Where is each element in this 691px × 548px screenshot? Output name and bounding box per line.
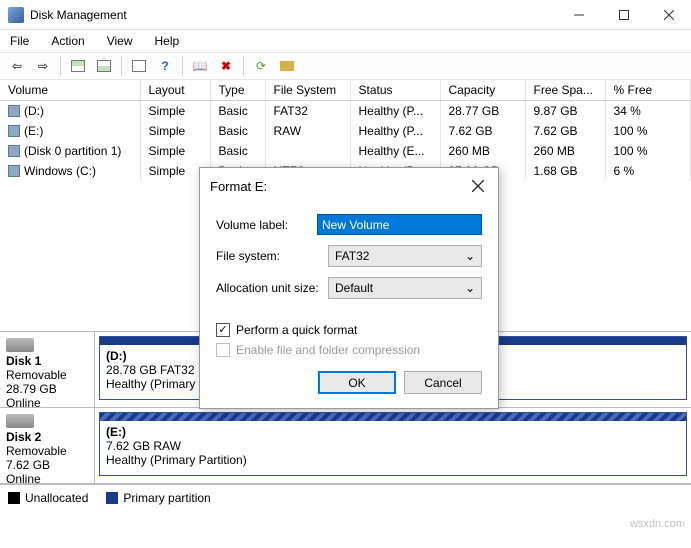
ok-button[interactable]: OK bbox=[318, 371, 396, 394]
legend-primary: Primary partition bbox=[106, 491, 210, 505]
minimize-button[interactable] bbox=[556, 0, 601, 30]
volume-label-label: Volume label: bbox=[216, 218, 317, 232]
separator bbox=[121, 56, 122, 76]
volume-icon bbox=[8, 145, 20, 157]
watermark: wsxdn.com bbox=[630, 518, 685, 530]
col-volume[interactable]: Volume bbox=[0, 80, 140, 101]
delete-button[interactable]: ✖ bbox=[215, 55, 237, 77]
disk-info: Disk 2Removable7.62 GBOnline bbox=[0, 408, 95, 483]
volume-icon bbox=[8, 165, 20, 177]
help-icon: ? bbox=[161, 59, 168, 73]
drive-icon bbox=[280, 61, 294, 71]
separator bbox=[243, 56, 244, 76]
swatch-black-icon bbox=[8, 492, 20, 504]
volume-icon bbox=[8, 105, 20, 117]
partition-area: (E:)7.62 GB RAWHealthy (Primary Partitio… bbox=[95, 408, 691, 483]
partition-bar bbox=[100, 413, 686, 421]
view-bottom-button[interactable] bbox=[93, 55, 115, 77]
col-status[interactable]: Status bbox=[350, 80, 440, 101]
panel-icon bbox=[71, 60, 85, 72]
menu-view[interactable]: View bbox=[103, 32, 137, 50]
quick-format-label: Perform a quick format bbox=[236, 323, 357, 337]
close-button[interactable] bbox=[646, 0, 691, 30]
col-fs[interactable]: File System bbox=[265, 80, 350, 101]
file-system-combo[interactable]: FAT32⌄ bbox=[328, 245, 482, 267]
volume-label-input[interactable] bbox=[317, 214, 482, 235]
list-icon bbox=[132, 60, 146, 72]
separator bbox=[182, 56, 183, 76]
chevron-down-icon: ⌄ bbox=[465, 249, 475, 263]
table-row[interactable]: (D:)SimpleBasicFAT32Healthy (P...28.77 G… bbox=[0, 101, 691, 122]
legend: Unallocated Primary partition bbox=[0, 484, 691, 511]
volume-icon bbox=[8, 125, 20, 137]
refresh-button[interactable]: ⟳ bbox=[250, 55, 272, 77]
col-free[interactable]: Free Spa... bbox=[525, 80, 605, 101]
volume-table[interactable]: Volume Layout Type File System Status Ca… bbox=[0, 80, 691, 181]
col-capacity[interactable]: Capacity bbox=[440, 80, 525, 101]
menu-file[interactable]: File bbox=[6, 32, 33, 50]
titlebar: Disk Management bbox=[0, 0, 691, 30]
cancel-button[interactable]: Cancel bbox=[404, 371, 482, 394]
disk-row: Disk 2Removable7.62 GBOnline(E:)7.62 GB … bbox=[0, 408, 691, 484]
quick-format-checkbox[interactable] bbox=[216, 323, 230, 337]
disk-icon bbox=[6, 414, 34, 428]
col-layout[interactable]: Layout bbox=[140, 80, 210, 101]
menu-action[interactable]: Action bbox=[47, 32, 88, 50]
separator bbox=[60, 56, 61, 76]
arrow-right-icon: ⇨ bbox=[38, 59, 48, 73]
rescan-button[interactable] bbox=[276, 55, 298, 77]
window-title: Disk Management bbox=[30, 8, 556, 22]
compression-label: Enable file and folder compression bbox=[236, 343, 420, 357]
maximize-button[interactable] bbox=[601, 0, 646, 30]
allocation-size-label: Allocation unit size: bbox=[216, 281, 328, 295]
dialog-close-button[interactable] bbox=[468, 176, 488, 196]
dialog-titlebar: Format E: bbox=[200, 168, 498, 204]
delete-icon: ✖ bbox=[221, 59, 231, 73]
compression-checkbox[interactable] bbox=[216, 343, 230, 357]
disk-icon bbox=[6, 338, 34, 352]
partition[interactable]: (E:)7.62 GB RAWHealthy (Primary Partitio… bbox=[99, 412, 687, 476]
panel-icon bbox=[97, 60, 111, 72]
disk-info: Disk 1Removable28.79 GBOnline bbox=[0, 332, 95, 407]
settings-button[interactable] bbox=[128, 55, 150, 77]
table-row[interactable]: (E:)SimpleBasicRAWHealthy (P...7.62 GB7.… bbox=[0, 121, 691, 141]
help-button[interactable]: ? bbox=[154, 55, 176, 77]
toolbar: ⇦ ⇨ ? 📖 ✖ ⟳ bbox=[0, 52, 691, 80]
menubar: File Action View Help bbox=[0, 30, 691, 52]
col-type[interactable]: Type bbox=[210, 80, 265, 101]
view-top-button[interactable] bbox=[67, 55, 89, 77]
book-icon: 📖 bbox=[193, 59, 208, 73]
dialog-title: Format E: bbox=[210, 179, 468, 194]
app-icon bbox=[8, 7, 24, 23]
properties-button[interactable]: 📖 bbox=[189, 55, 211, 77]
arrow-left-icon: ⇦ bbox=[12, 59, 22, 73]
refresh-icon: ⟳ bbox=[256, 59, 266, 73]
swatch-blue-icon bbox=[106, 492, 118, 504]
table-row[interactable]: (Disk 0 partition 1)SimpleBasicHealthy (… bbox=[0, 141, 691, 161]
allocation-size-combo[interactable]: Default⌄ bbox=[328, 277, 482, 299]
back-button[interactable]: ⇦ bbox=[6, 55, 28, 77]
col-pct[interactable]: % Free bbox=[605, 80, 691, 101]
chevron-down-icon: ⌄ bbox=[465, 281, 475, 295]
menu-help[interactable]: Help bbox=[151, 32, 184, 50]
forward-button[interactable]: ⇨ bbox=[32, 55, 54, 77]
format-dialog: Format E: Volume label: File system: FAT… bbox=[199, 167, 499, 409]
file-system-label: File system: bbox=[216, 249, 328, 263]
legend-unallocated: Unallocated bbox=[8, 491, 88, 505]
